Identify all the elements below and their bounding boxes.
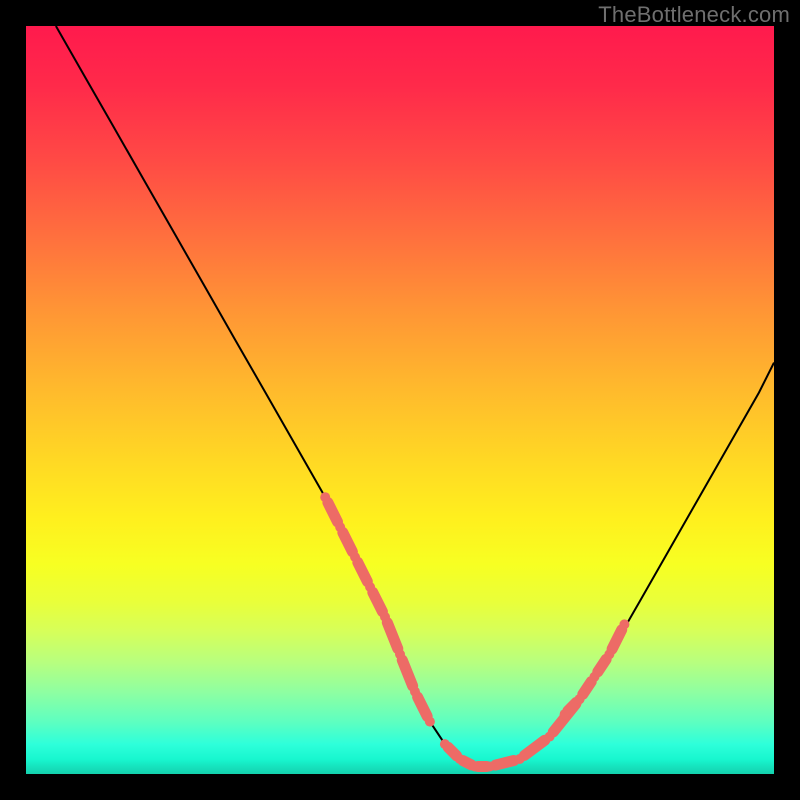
highlight-dash <box>525 740 545 755</box>
highlight-dot <box>560 709 570 719</box>
highlight-dot <box>425 717 435 727</box>
highlight-dash <box>343 533 353 552</box>
highlight-dash <box>328 503 338 522</box>
curve-svg <box>26 26 774 774</box>
highlight-dash <box>418 697 428 716</box>
bottleneck-curve <box>56 26 774 767</box>
highlight-dash <box>448 747 456 755</box>
highlight-dot <box>619 619 629 629</box>
marker-group <box>320 492 629 771</box>
highlight-dot <box>410 687 420 697</box>
highlight-dot <box>335 522 345 532</box>
highlight-dot <box>365 582 375 592</box>
highlight-dash <box>583 682 591 695</box>
highlight-dash <box>496 761 514 766</box>
highlight-dash <box>402 660 413 686</box>
highlight-dot <box>320 492 330 502</box>
highlight-dash <box>463 761 471 765</box>
highlight-dot <box>545 732 555 742</box>
highlight-dot <box>485 762 495 772</box>
highlight-dot <box>440 739 450 749</box>
plot-area <box>26 26 774 774</box>
chart-container: TheBottleneck.com <box>0 0 800 800</box>
watermark-text: TheBottleneck.com <box>598 2 790 28</box>
highlight-dot <box>575 694 585 704</box>
highlight-dot <box>455 754 465 764</box>
highlight-dot <box>395 649 405 659</box>
highlight-dash <box>387 623 398 649</box>
highlight-dot <box>590 672 600 682</box>
highlight-dash <box>373 592 383 611</box>
highlight-dash <box>358 562 368 581</box>
highlight-dot <box>350 552 360 562</box>
highlight-dot <box>604 649 614 659</box>
highlight-dash <box>568 703 576 711</box>
highlight-dot <box>380 612 390 622</box>
highlight-dot <box>515 754 525 764</box>
highlight-dash <box>612 630 622 649</box>
curve-group <box>56 26 774 767</box>
highlight-dash <box>598 659 606 672</box>
highlight-dot <box>470 762 480 772</box>
